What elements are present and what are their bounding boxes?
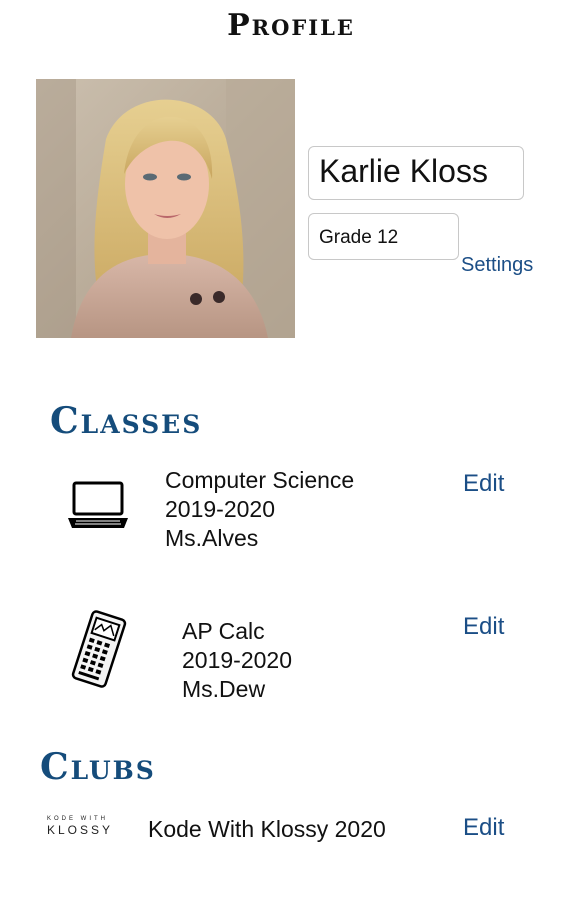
logo-text-top: KODE WITH: [47, 816, 108, 822]
classes-section-title: Classes: [50, 400, 203, 442]
class-name: Computer Science: [165, 467, 355, 493]
class-item[interactable]: Computer Science 2019-2020 Ms.Alves: [165, 466, 354, 553]
class-name: AP Calc: [182, 618, 265, 644]
grade-field[interactable]: Grade 12: [308, 213, 459, 260]
profile-avatar[interactable]: [36, 79, 295, 338]
class-teacher: Ms.Dew: [182, 676, 266, 702]
class-item[interactable]: AP Calc 2019-2020 Ms.Dew: [182, 617, 292, 704]
settings-link[interactable]: Settings: [461, 254, 533, 277]
edit-class-button[interactable]: Edit: [463, 613, 504, 641]
edit-club-button[interactable]: Edit: [463, 814, 504, 842]
class-teacher: Ms.Alves: [165, 525, 259, 551]
laptop-icon: [66, 480, 130, 530]
kode-with-klossy-logo: KODE WITH KLOSSY: [47, 816, 127, 837]
edit-class-button[interactable]: Edit: [463, 470, 504, 498]
club-name[interactable]: Kode With Klossy 2020: [148, 815, 386, 844]
calculator-icon: [68, 610, 130, 688]
class-year: 2019-2020: [165, 496, 275, 522]
class-year: 2019-2020: [182, 647, 292, 673]
name-field[interactable]: Karlie Kloss: [308, 146, 524, 200]
logo-text-bottom: KLOSSY: [47, 823, 114, 837]
page-title: Profile: [227, 8, 355, 43]
profile-photo: [36, 79, 295, 338]
clubs-section-title: Clubs: [40, 746, 156, 788]
